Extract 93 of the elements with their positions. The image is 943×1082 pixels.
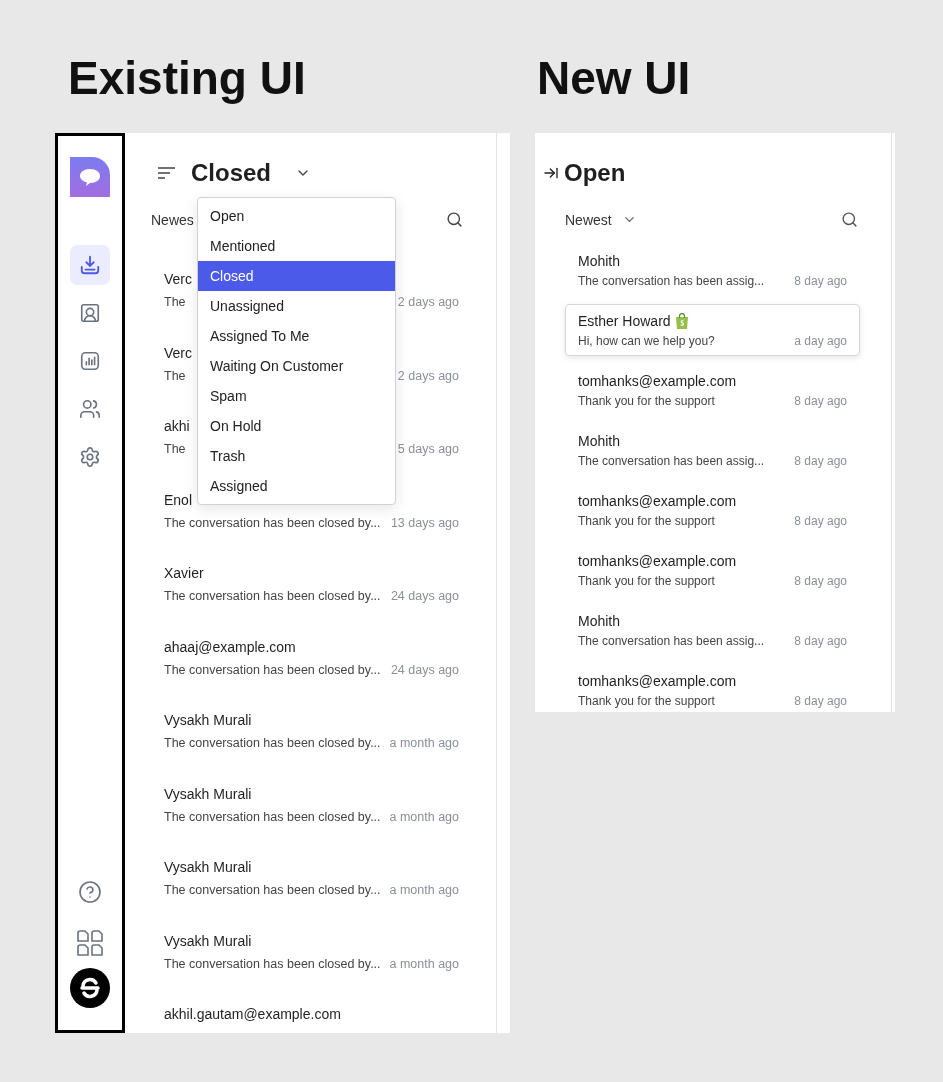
contact-name: tomhanks@example.com <box>578 672 737 691</box>
message-preview: The conversation has been closed by... <box>164 956 381 971</box>
timestamp: 8 day ago <box>794 634 847 648</box>
search-button[interactable] <box>446 211 463 228</box>
contact-name: Esther Howard <box>578 312 671 331</box>
view-title: Open <box>564 160 626 186</box>
contact-name[interactable]: Vysakh Murali <box>164 710 459 730</box>
dropdown-option[interactable]: Open <box>198 201 395 231</box>
conversation-row[interactable]: tomhanks@example.com Thank you for the support 8 day ago <box>565 664 860 716</box>
contact-name: Mohith <box>578 432 621 451</box>
timestamp: 2 days ago <box>397 368 459 383</box>
contact-name: Mohith <box>578 252 621 271</box>
timestamp: 8 day ago <box>794 454 847 468</box>
timestamp: 8 day ago <box>794 394 847 408</box>
user-avatar[interactable] <box>70 968 110 1008</box>
message-preview: The <box>164 368 186 383</box>
contact-name[interactable]: Vysakh Murali <box>164 930 459 951</box>
dropdown-option[interactable]: Mentioned <box>198 231 395 261</box>
message-preview: Thank you for the support <box>578 694 715 708</box>
conversation-row[interactable]: Mohith The conversation has been assig... 8 day ago <box>565 244 860 296</box>
contact-name[interactable]: ahaaj@example.com <box>164 636 459 657</box>
message-preview: The conversation has been assig... <box>578 454 765 468</box>
search-button[interactable] <box>841 211 858 228</box>
view-title: Closed <box>191 160 271 186</box>
message-preview: The conversation has been closed by... <box>164 883 381 897</box>
message-preview: The conversation has been closed by... <box>164 809 381 824</box>
message-preview: The conversation has been closed by... <box>164 662 381 677</box>
timestamp: a month ago <box>389 809 459 824</box>
timestamp: 8 day ago <box>794 514 847 528</box>
timestamp: 24 days ago <box>390 662 459 677</box>
message-preview: The conversation has been assig... <box>578 634 765 648</box>
timestamp: 8 day ago <box>794 574 847 588</box>
timestamp: a day ago <box>794 334 847 348</box>
timestamp: 8 day ago <box>794 274 847 288</box>
search-icon <box>446 211 463 228</box>
app-logo <box>70 157 110 197</box>
message-preview: The <box>164 442 186 456</box>
contact-name[interactable]: Vysakh Murali <box>164 783 459 804</box>
message-preview: The conversation has been assig... <box>578 274 765 288</box>
timestamp: 24 days ago <box>390 589 459 603</box>
message-preview: The conversation has been closed by... <box>164 736 381 750</box>
conversation-row[interactable]: Esther Howard Hi, how can we help you? a day ago <box>565 304 860 356</box>
bar-chart-icon <box>79 350 101 372</box>
message-preview: Thank you for the support <box>578 514 715 528</box>
users-icon <box>79 398 101 420</box>
contact-name: tomhanks@example.com <box>578 552 737 571</box>
timestamp: 2 days ago <box>397 295 459 309</box>
expand-sidebar-button[interactable] <box>543 165 559 181</box>
timestamp: a month ago <box>389 956 459 971</box>
message-preview: The <box>164 295 186 309</box>
conversation-row[interactable]: tomhanks@example.com Thank you for the support 8 day ago <box>565 484 860 536</box>
timestamp: 5 days ago <box>397 442 459 456</box>
conversation-row[interactable]: Mohith The conversation has been assig... 8 day ago <box>565 424 860 476</box>
conversation-row[interactable]: Mohith The conversation has been assig... 8 day ago <box>565 604 860 656</box>
arrow-to-line-icon <box>543 165 559 181</box>
sidebar-nav-button[interactable] <box>70 245 110 285</box>
dropdown-option[interactable]: Waiting On Customer <box>198 351 395 381</box>
timestamp: 13 days ago <box>390 515 459 530</box>
shopping-bag-icon <box>674 313 689 329</box>
apps-grid-icon[interactable] <box>77 930 103 956</box>
message-preview: The conversation has been closed by... <box>164 589 381 603</box>
dropdown-option[interactable]: Unassigned <box>198 291 395 321</box>
conversation-row[interactable]: tomhanks@example.com Thank you for the support 8 day ago <box>565 364 860 416</box>
sort-order-button[interactable]: Newes <box>151 211 194 228</box>
message-preview: Thank you for the support <box>578 394 715 408</box>
dropdown-option[interactable]: Closed <box>198 261 395 291</box>
search-icon <box>841 211 858 228</box>
dropdown-option[interactable]: Trash <box>198 441 395 471</box>
dropdown-option[interactable]: Assigned <box>198 471 395 501</box>
inbox-icon <box>79 254 101 276</box>
sort-button[interactable] <box>158 167 175 179</box>
sort-order-button[interactable]: Newest <box>565 211 637 228</box>
section-heading: New UI <box>536 51 692 106</box>
dropdown-option[interactable]: Spam <box>198 381 395 411</box>
timestamp: 8 day ago <box>794 694 847 708</box>
section-heading: Existing UI <box>67 51 307 106</box>
contact-name: Mohith <box>578 612 621 631</box>
contact-name[interactable]: Vysakh Murali <box>164 857 459 877</box>
timestamp: a month ago <box>389 883 459 897</box>
conversation-row[interactable]: tomhanks@example.com Thank you for the support 8 day ago <box>565 544 860 596</box>
contact-name[interactable]: Xavier <box>164 563 459 583</box>
contact-name: tomhanks@example.com <box>578 372 737 391</box>
dropdown-option[interactable]: On Hold <box>198 411 395 441</box>
message-preview: Hi, how can we help you? <box>578 334 715 348</box>
dropdown-option[interactable]: Assigned To Me <box>198 321 395 351</box>
contact-card-icon <box>79 302 101 324</box>
timestamp: a month ago <box>389 736 459 750</box>
message-preview: Thank you for the support <box>578 574 715 588</box>
settings-icon <box>79 446 101 468</box>
message-preview: The conversation has been closed by... <box>164 515 381 530</box>
help-icon[interactable] <box>78 880 102 904</box>
contact-name[interactable]: akhil.gautam@example.com <box>164 1004 459 1024</box>
contact-name: tomhanks@example.com <box>578 492 737 511</box>
